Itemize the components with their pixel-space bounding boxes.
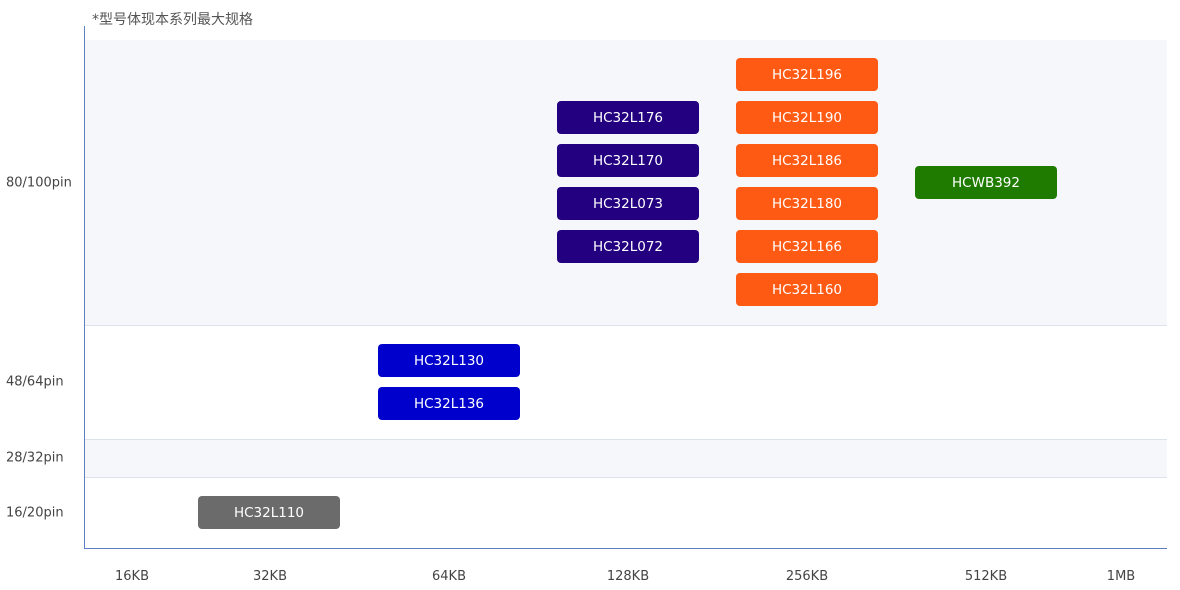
y-axis-line — [84, 26, 85, 549]
y-tick-label: 28/32pin — [6, 450, 64, 466]
product-chip-hcwb392[interactable]: HCWB392 — [915, 166, 1057, 199]
product-chip-hc32l073[interactable]: HC32L073 — [557, 187, 699, 220]
y-tick-label: 80/100pin — [6, 175, 72, 191]
product-chip-hc32l130[interactable]: HC32L130 — [378, 344, 520, 377]
x-tick-label: 512KB — [964, 569, 1008, 584]
product-chip-hc32l136[interactable]: HC32L136 — [378, 387, 520, 420]
product-chip-hc32l180[interactable]: HC32L180 — [736, 187, 878, 220]
x-tick-label: 1MB — [1106, 569, 1136, 584]
product-chip-hc32l196[interactable]: HC32L196 — [736, 58, 878, 91]
x-tick-label: 256KB — [785, 569, 829, 584]
product-chip-hc32l166[interactable]: HC32L166 — [736, 230, 878, 263]
y-tick-label: 16/20pin — [6, 505, 64, 521]
product-chip-hc32l176[interactable]: HC32L176 — [557, 101, 699, 134]
x-tick-label: 16KB — [115, 569, 149, 584]
x-axis-line — [84, 548, 1167, 549]
row-band-48-64pin — [85, 326, 1167, 439]
product-chip-hc32l110[interactable]: HC32L110 — [198, 496, 340, 529]
y-tick-label: 48/64pin — [6, 374, 64, 390]
x-tick-label: 32KB — [253, 569, 287, 584]
product-chip-hc32l160[interactable]: HC32L160 — [736, 273, 878, 306]
row-band-28-32pin — [85, 440, 1167, 477]
x-tick-label: 64KB — [432, 569, 466, 584]
product-chip-hc32l072[interactable]: HC32L072 — [557, 230, 699, 263]
x-tick-label: 128KB — [606, 569, 650, 584]
product-chip-hc32l186[interactable]: HC32L186 — [736, 144, 878, 177]
chart-note: *型号体现本系列最大规格 — [92, 12, 253, 28]
product-chip-hc32l190[interactable]: HC32L190 — [736, 101, 878, 134]
product-chip-hc32l170[interactable]: HC32L170 — [557, 144, 699, 177]
